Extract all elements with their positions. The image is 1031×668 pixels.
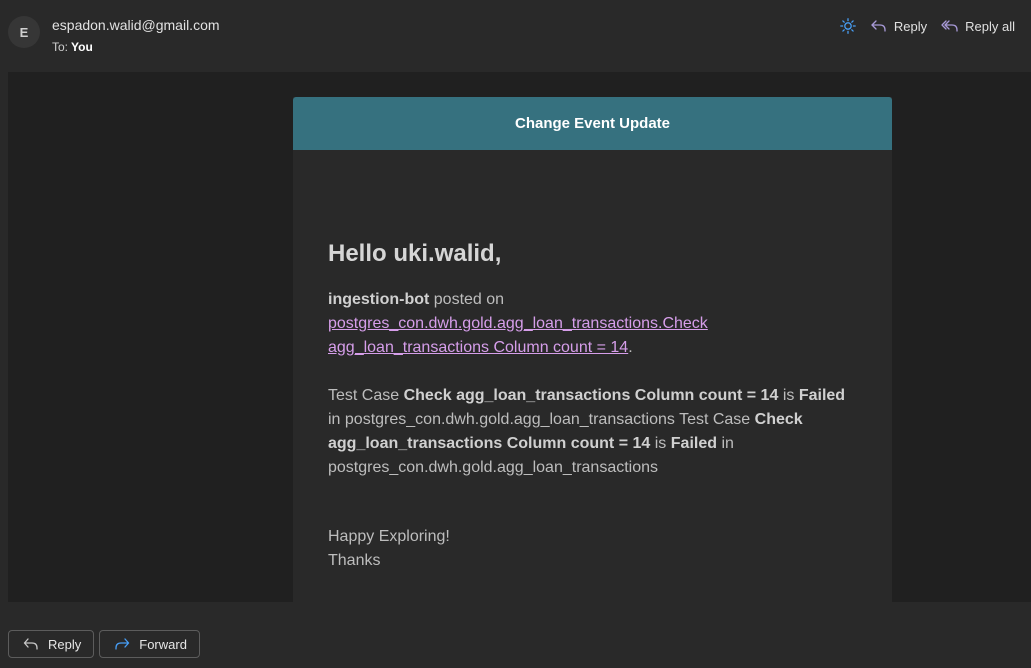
text-segment: Test Case bbox=[328, 387, 400, 404]
email-card: Change Event Update Hello uki.walid, ing… bbox=[293, 97, 892, 602]
email-banner: Change Event Update bbox=[293, 97, 892, 150]
reply-label: Reply bbox=[893, 18, 928, 34]
sender-address[interactable]: espadon.walid@gmail.com bbox=[52, 17, 220, 33]
theme-toggle-button[interactable] bbox=[840, 16, 856, 36]
entity-link[interactable]: postgres_con.dwh.gold.agg_loan_transacti… bbox=[328, 315, 708, 356]
reply-all-button[interactable]: Reply all bbox=[941, 16, 1015, 36]
link-period: . bbox=[628, 339, 633, 356]
email-content: Hello uki.walid, ingestion-bot posted on… bbox=[293, 239, 892, 573]
footer-reply-label: Reply bbox=[48, 636, 82, 652]
sign-off: Happy Exploring! Thanks bbox=[328, 525, 857, 573]
to-label: To: bbox=[52, 40, 69, 54]
sender-avatar[interactable]: E bbox=[8, 16, 40, 48]
status-failed: Failed bbox=[798, 387, 846, 404]
entity-link-line-1: postgres_con.dwh.gold.agg_loan_transacti… bbox=[328, 315, 708, 332]
reply-all-label: Reply all bbox=[965, 18, 1015, 34]
footer-actions: Reply Forward bbox=[8, 630, 200, 658]
posted-on-text: posted on bbox=[433, 291, 505, 308]
post-notice: ingestion-bot posted on postgres_con.dwh… bbox=[328, 288, 857, 360]
reply-button[interactable]: Reply bbox=[870, 16, 927, 36]
test-case-status: Test Case Check agg_loan_transactions Co… bbox=[328, 384, 857, 480]
reply-icon bbox=[23, 638, 38, 650]
greeting: Hello uki.walid, bbox=[328, 240, 502, 267]
text-segment: in postgres_con.dwh.gold.agg_loan_transa… bbox=[328, 411, 751, 428]
banner-title: Change Event Update bbox=[514, 115, 671, 132]
message-actions: Reply Reply all bbox=[840, 16, 1015, 36]
text-segment: is bbox=[782, 387, 795, 404]
recipient-name[interactable]: You bbox=[71, 40, 93, 54]
sun-icon bbox=[840, 18, 856, 34]
test-case-name: Check agg_loan_transactions Column count… bbox=[403, 387, 779, 404]
text-segment: is bbox=[654, 435, 667, 452]
sign-off-line-1: Happy Exploring! bbox=[328, 528, 450, 545]
poster-name: ingestion-bot bbox=[328, 291, 430, 308]
forward-icon bbox=[115, 638, 130, 650]
entity-link-line-2: agg_loan_transactions Column count = 14 bbox=[328, 339, 629, 356]
footer-forward-label: Forward bbox=[139, 636, 187, 652]
sign-off-line-2: Thanks bbox=[328, 552, 381, 569]
footer-reply-button[interactable]: Reply bbox=[8, 630, 95, 658]
reply-icon bbox=[871, 20, 886, 32]
recipient-line: To: You bbox=[52, 40, 93, 54]
footer-forward-button[interactable]: Forward bbox=[99, 630, 200, 658]
status-failed: Failed bbox=[670, 435, 717, 452]
reply-all-icon bbox=[941, 20, 958, 32]
message-header: E espadon.walid@gmail.com To: You Reply … bbox=[0, 0, 1031, 72]
